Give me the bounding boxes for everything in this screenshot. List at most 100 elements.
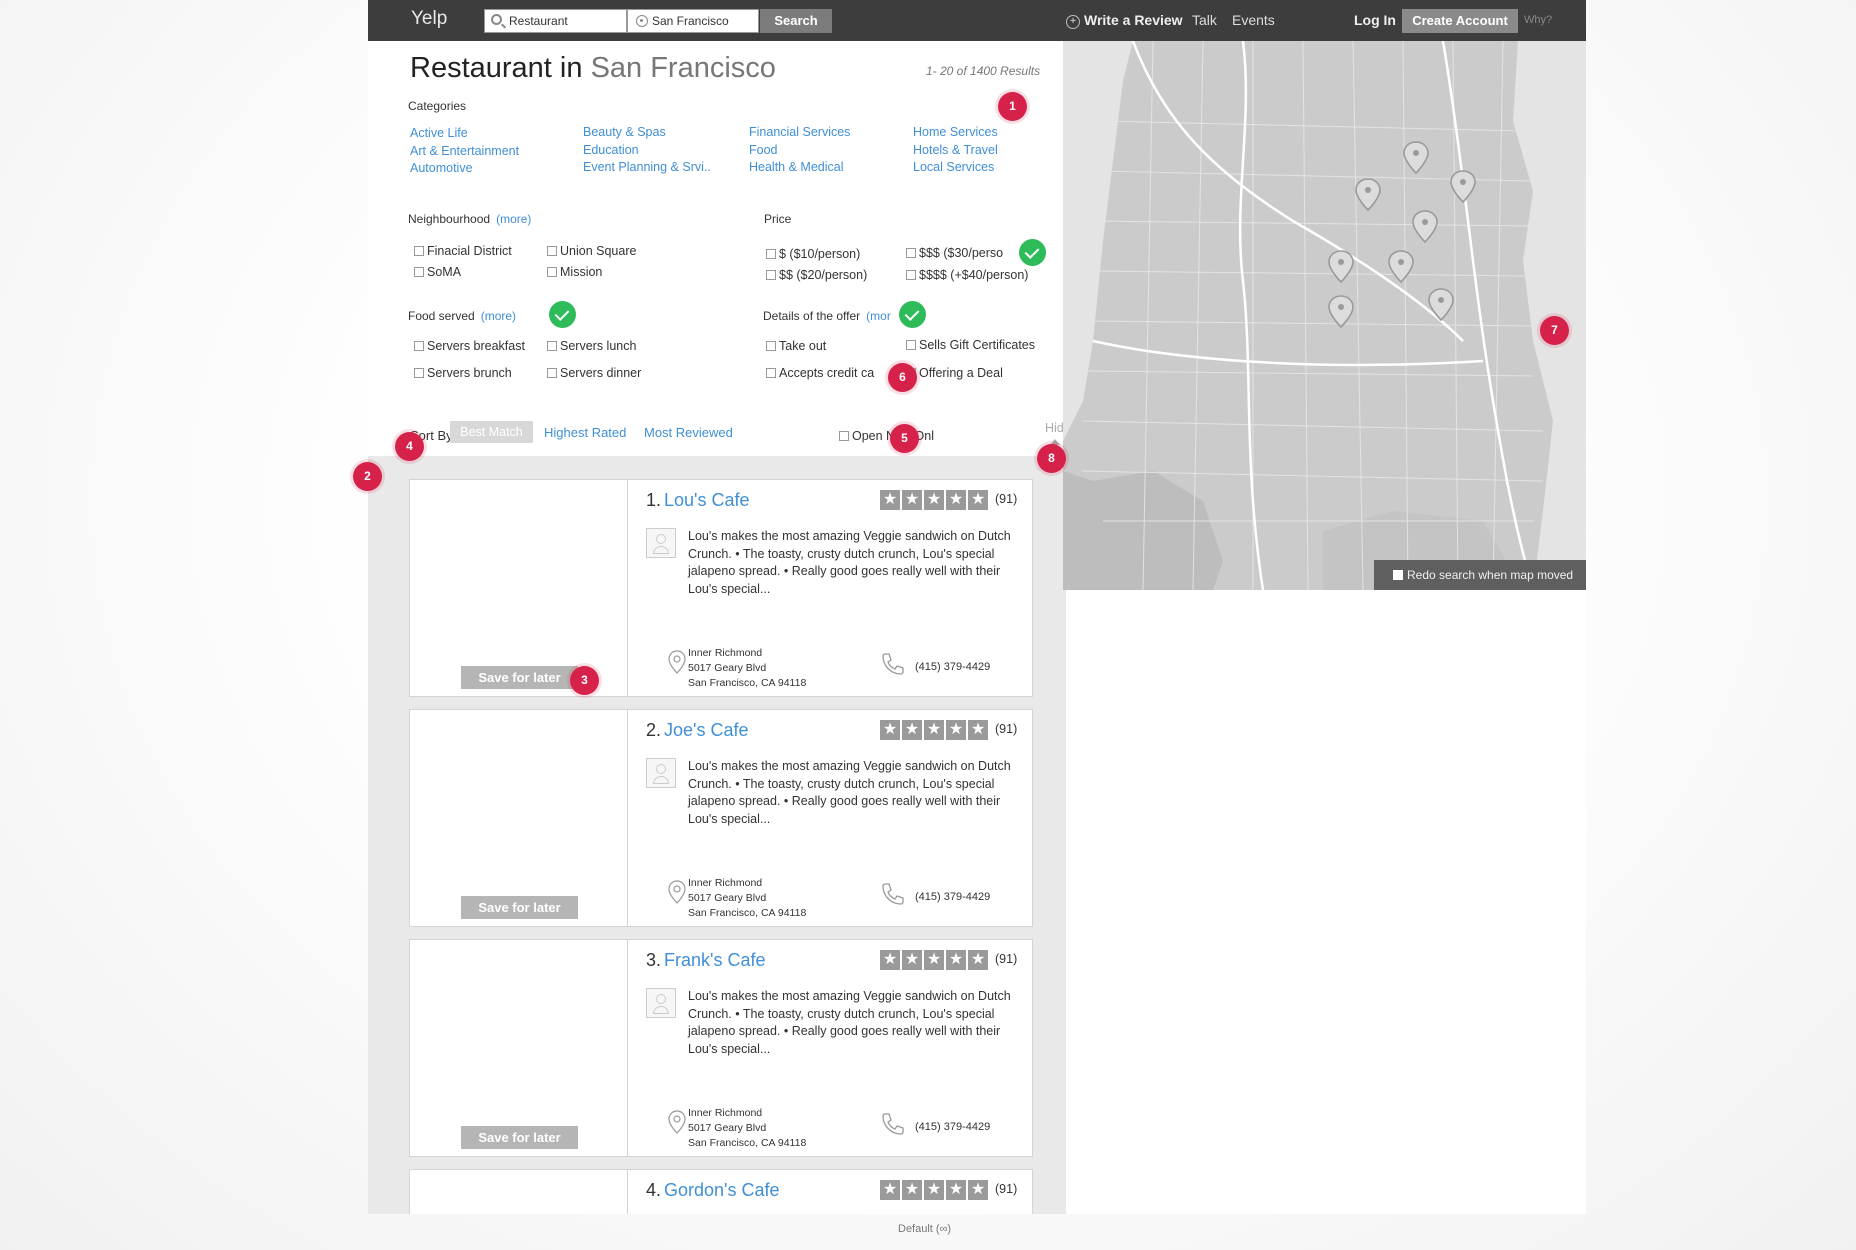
result-card[interactable]: Save for later 1.Lou's Cafe (91) Lou's make… [409, 479, 1033, 697]
category-link[interactable]: Automotive [410, 161, 473, 175]
star-icon [880, 720, 900, 740]
offer-checkbox[interactable]: Offering a Deal [906, 366, 1003, 380]
phone-icon [880, 1112, 906, 1136]
business-name-link[interactable]: Lou's Cafe [664, 490, 750, 511]
results-map[interactable]: Redo search when map moved [1063, 41, 1586, 590]
category-link[interactable]: Beauty & Spas [583, 125, 666, 139]
result-card[interactable]: Save for later 3.Frank's Cafe (91) Lou's ma… [409, 939, 1033, 1157]
category-link[interactable]: Education [583, 143, 639, 157]
offer-checkbox[interactable]: Accepts credit ca [766, 366, 874, 380]
user-avatar-icon[interactable] [646, 758, 676, 788]
price-checkbox[interactable]: $$$$ (+$40/person) [906, 268, 1028, 282]
price-checkbox[interactable]: $$$ ($30/perso [906, 246, 1003, 260]
checkmark-icon [549, 301, 576, 328]
category-link[interactable]: Food [749, 143, 778, 157]
sort-most-reviewed[interactable]: Most Reviewed [644, 425, 733, 440]
talk-link[interactable]: Talk [1192, 12, 1217, 28]
user-avatar-icon[interactable] [646, 988, 676, 1018]
search-button[interactable]: Search [760, 9, 832, 33]
business-name-link[interactable]: Frank's Cafe [664, 950, 765, 971]
sort-bar: Sort By: Best Match Highest Rated Most R… [408, 418, 1071, 456]
save-for-later-button[interactable]: Save for later [461, 666, 578, 689]
star-icon [946, 950, 966, 970]
neighbourhood-checkbox[interactable]: Union Square [547, 244, 636, 258]
location-input[interactable] [652, 12, 762, 30]
result-card[interactable]: 4.Gordon's Cafe (91) [409, 1169, 1033, 1214]
star-icon [946, 720, 966, 740]
result-card[interactable]: Save for later 2.Joe's Cafe (91) Lou's make… [409, 709, 1033, 927]
login-link[interactable]: Log In [1354, 12, 1396, 28]
location-field[interactable] [627, 9, 762, 33]
business-photo[interactable] [410, 940, 628, 1156]
sort-highest-rated[interactable]: Highest Rated [544, 425, 626, 440]
star-icon [968, 950, 988, 970]
neighbourhood-more-link[interactable]: (more) [496, 212, 531, 226]
category-link[interactable]: Event Planning & Srvi.. [583, 160, 711, 174]
save-for-later-button[interactable]: Save for later [461, 1126, 578, 1149]
star-icon [968, 1180, 988, 1200]
open-now-checkbox[interactable]: Open Now Onl [839, 429, 934, 443]
location-pin-icon [668, 650, 686, 674]
business-photo[interactable] [410, 710, 628, 926]
star-icon [924, 490, 944, 510]
offer-checkbox[interactable]: Sells Gift Certificates [906, 338, 1035, 352]
neighbourhood-checkbox[interactable]: SoMA [414, 265, 461, 279]
business-address: Inner Richmond 5017 Geary Blvd San Francis… [688, 1107, 807, 1149]
review-count: (91) [995, 722, 1018, 736]
food-checkbox[interactable]: Servers dinner [547, 366, 641, 380]
review-snippet: Lou's makes the most amazing Veggie sand… [688, 989, 1011, 1056]
star-icon [902, 950, 922, 970]
save-for-later-button[interactable]: Save for later [461, 896, 578, 919]
sort-best-match[interactable]: Best Match [450, 421, 533, 443]
checkmark-icon [899, 301, 926, 328]
search-input[interactable] [509, 12, 619, 30]
business-photo[interactable] [410, 1170, 628, 1214]
search-field[interactable] [484, 9, 627, 33]
offer-checkbox[interactable]: Take out [766, 339, 826, 353]
yelp-logo[interactable]: Yelp [411, 8, 447, 30]
star-icon [880, 490, 900, 510]
checkbox-icon [1393, 570, 1403, 580]
food-checkbox[interactable]: Servers brunch [414, 366, 512, 380]
star-icon [968, 720, 988, 740]
business-photo[interactable] [410, 480, 628, 696]
create-account-button[interactable]: Create Account [1402, 9, 1518, 33]
business-phone: (415) 379-4429 [915, 1121, 991, 1133]
offer-details-label: Details of the offer (mor [763, 309, 891, 323]
result-number: 2. [646, 720, 662, 740]
category-link[interactable]: Active Life [410, 126, 468, 140]
redo-search-checkbox[interactable]: Redo search when map moved [1374, 560, 1586, 590]
results-count: 1- 20 of 1400 Results [926, 64, 1041, 78]
business-address: Inner Richmond 5017 Geary Blvd San Francis… [688, 877, 807, 919]
star-icon [946, 490, 966, 510]
star-rating [880, 720, 990, 740]
star-rating [880, 950, 990, 970]
business-phone: (415) 379-4429 [915, 661, 991, 673]
price-checkbox[interactable]: $$ ($20/person) [766, 268, 867, 282]
neighbourhood-checkbox[interactable]: Mission [547, 265, 602, 279]
price-checkbox[interactable]: $ ($10/person) [766, 247, 860, 261]
category-link[interactable]: Health & Medical [749, 160, 844, 174]
category-link[interactable]: Art & Entertainment [410, 144, 519, 158]
food-more-link[interactable]: (more) [481, 309, 516, 323]
write-review-link[interactable]: + Write a Review [1066, 12, 1183, 29]
annotation-badge: 3 [570, 666, 599, 695]
star-icon [946, 1180, 966, 1200]
star-icon [902, 720, 922, 740]
location-target-icon [636, 15, 648, 27]
neighbourhood-checkbox[interactable]: Finacial District [414, 244, 512, 258]
category-link[interactable]: Home Services [913, 125, 998, 139]
user-avatar-icon[interactable] [646, 528, 676, 558]
why-link[interactable]: Why? [1524, 14, 1552, 26]
annotation-badge: 7 [1540, 316, 1569, 345]
category-link[interactable]: Local Services [913, 160, 994, 174]
category-link[interactable]: Hotels & Travel [913, 143, 998, 157]
food-checkbox[interactable]: Servers breakfast [414, 339, 525, 353]
business-name-link[interactable]: Gordon's Cafe [664, 1180, 780, 1201]
food-checkbox[interactable]: Servers lunch [547, 339, 636, 353]
events-link[interactable]: Events [1232, 12, 1275, 28]
category-link[interactable]: Financial Services [749, 125, 850, 139]
business-name-link[interactable]: Joe's Cafe [664, 720, 748, 741]
offer-more-link[interactable]: (mor [866, 309, 891, 323]
star-icon [968, 490, 988, 510]
